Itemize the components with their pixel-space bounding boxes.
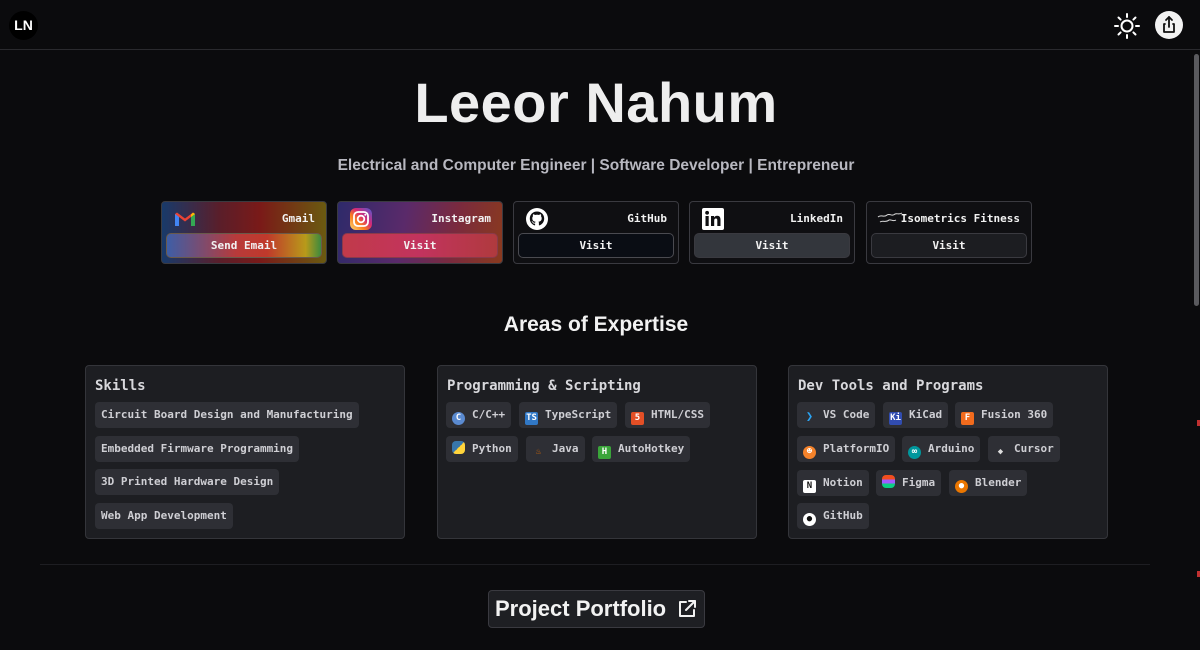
chip-label: HTML/CSS [651,408,704,421]
chip-label: Blender [975,476,1022,489]
vscode-icon: ❯ [805,409,814,423]
tool-chip: ∞ Arduino [902,436,981,462]
scrollbar-thumb[interactable] [1194,54,1199,306]
share-button[interactable] [1155,11,1183,39]
external-link-icon [679,600,696,617]
chip-label: Arduino [928,442,975,455]
chip-label: AutoHotkey [618,442,685,455]
programming-panel: Programming & Scripting C C/C++ TS TypeScr… [437,365,757,539]
link-card-label: Gmail [281,212,315,225]
programming-chip: ♨ Java [526,436,585,462]
chip-label: VS Code [823,408,870,421]
linkedin-visit-button[interactable]: Visit [694,233,850,258]
sun-icon [1114,13,1140,39]
link-card-label: LinkedIn [790,212,843,225]
platformio-icon: ☻ [803,446,816,459]
link-card-isometrics-fitness: Isometrics Fitness Visit [866,201,1032,264]
programming-chip: TS TypeScript [519,402,618,428]
link-card-github: GitHub Visit [513,201,679,264]
linkedin-icon [702,208,724,230]
chip-label: Fusion 360 [981,408,1048,421]
tools-panel: Dev Tools and Programs ❯ VS Code Ki KiCad … [788,365,1108,539]
chip-label: TypeScript [545,408,612,421]
tool-chip: ● Blender [949,470,1028,496]
skill-chip: Circuit Board Design and Manufacturing [95,402,359,428]
theme-toggle-button[interactable] [1113,12,1141,40]
skills-panel: Skills Circuit Board Design and Manufact… [85,365,405,539]
chip-label: GitHub [823,509,863,522]
instagram-visit-button[interactable]: Visit [342,233,498,258]
page-subtitle: Electrical and Computer Engineer | Softw… [337,157,855,174]
java-icon: ♨ [535,447,542,457]
tool-chip: F Fusion 360 [955,402,1054,428]
link-card-label: Instagram [431,212,491,225]
gmail-icon [175,212,195,226]
chip-label: Python [472,442,512,455]
skill-chip: Embedded Firmware Programming [95,436,300,462]
tool-chip: ● GitHub [797,503,869,529]
cursor-icon: ◆ [997,447,1004,457]
chip-label: Cursor [1014,442,1054,455]
tool-chip: Figma [876,470,942,496]
typescript-icon: TS [525,412,538,425]
chip-label: Figma [902,476,936,489]
skill-chip: Web App Development [95,503,233,529]
tool-chip: ☻ PlatformIO [797,436,896,462]
programming-chip: C C/C++ [446,402,512,428]
project-portfolio-label: Project Portfolio [495,596,667,621]
chip-label: Java [552,442,579,455]
link-card-label: GitHub [627,212,667,225]
tool-chip: ◆ Cursor [988,436,1060,462]
project-portfolio-link[interactable]: Project Portfolio [488,590,705,628]
isometrics-fitness-logo [877,212,903,223]
link-card-label: Isometrics Fitness [900,212,1020,225]
link-card-linkedin: LinkedIn Visit [689,201,855,264]
expertise-heading: Areas of Expertise [503,313,689,336]
programming-chip: 5 HTML/CSS [625,402,710,428]
isometrics-visit-button[interactable]: Visit [871,233,1027,258]
skills-title: Skills [95,378,146,394]
github-icon [526,208,548,230]
send-email-button[interactable]: Send Email [166,233,322,258]
autohotkey-icon: H [598,446,611,459]
tools-title: Dev Tools and Programs [798,378,984,394]
blender-icon: ● [955,480,968,493]
github-icon: ● [803,513,816,526]
link-card-instagram: Instagram Visit [337,201,503,264]
top-bar: LN [0,0,1200,50]
github-visit-button[interactable]: Visit [518,233,674,258]
chip-label: C/C++ [472,408,506,421]
html5-icon: 5 [631,412,644,425]
section-divider [40,564,1150,565]
tool-chip: Ki KiCad [883,402,949,428]
tool-chip: N Notion [797,470,869,496]
figma-icon [882,475,895,488]
chip-label: PlatformIO [823,442,890,455]
notion-icon: N [803,480,816,493]
tool-chip: ❯ VS Code [797,402,876,428]
fusion360-icon: F [961,412,974,425]
share-icon [1163,16,1175,33]
site-logo[interactable]: LN [9,11,38,40]
kicad-icon: Ki [889,412,902,425]
page-title: Leeor Nahum [414,71,778,134]
arduino-icon: ∞ [908,446,921,459]
programming-chip: Python [446,436,518,462]
programming-title: Programming & Scripting [447,378,641,394]
c-cpp-icon: C [452,412,465,425]
instagram-icon [350,208,372,230]
chip-label: KiCad [909,408,943,421]
programming-chip: H AutoHotkey [592,436,691,462]
link-card-gmail: Gmail Send Email [161,201,327,264]
python-icon [452,441,465,454]
skill-chip: 3D Printed Hardware Design [95,469,280,495]
chip-label: Notion [823,476,863,489]
